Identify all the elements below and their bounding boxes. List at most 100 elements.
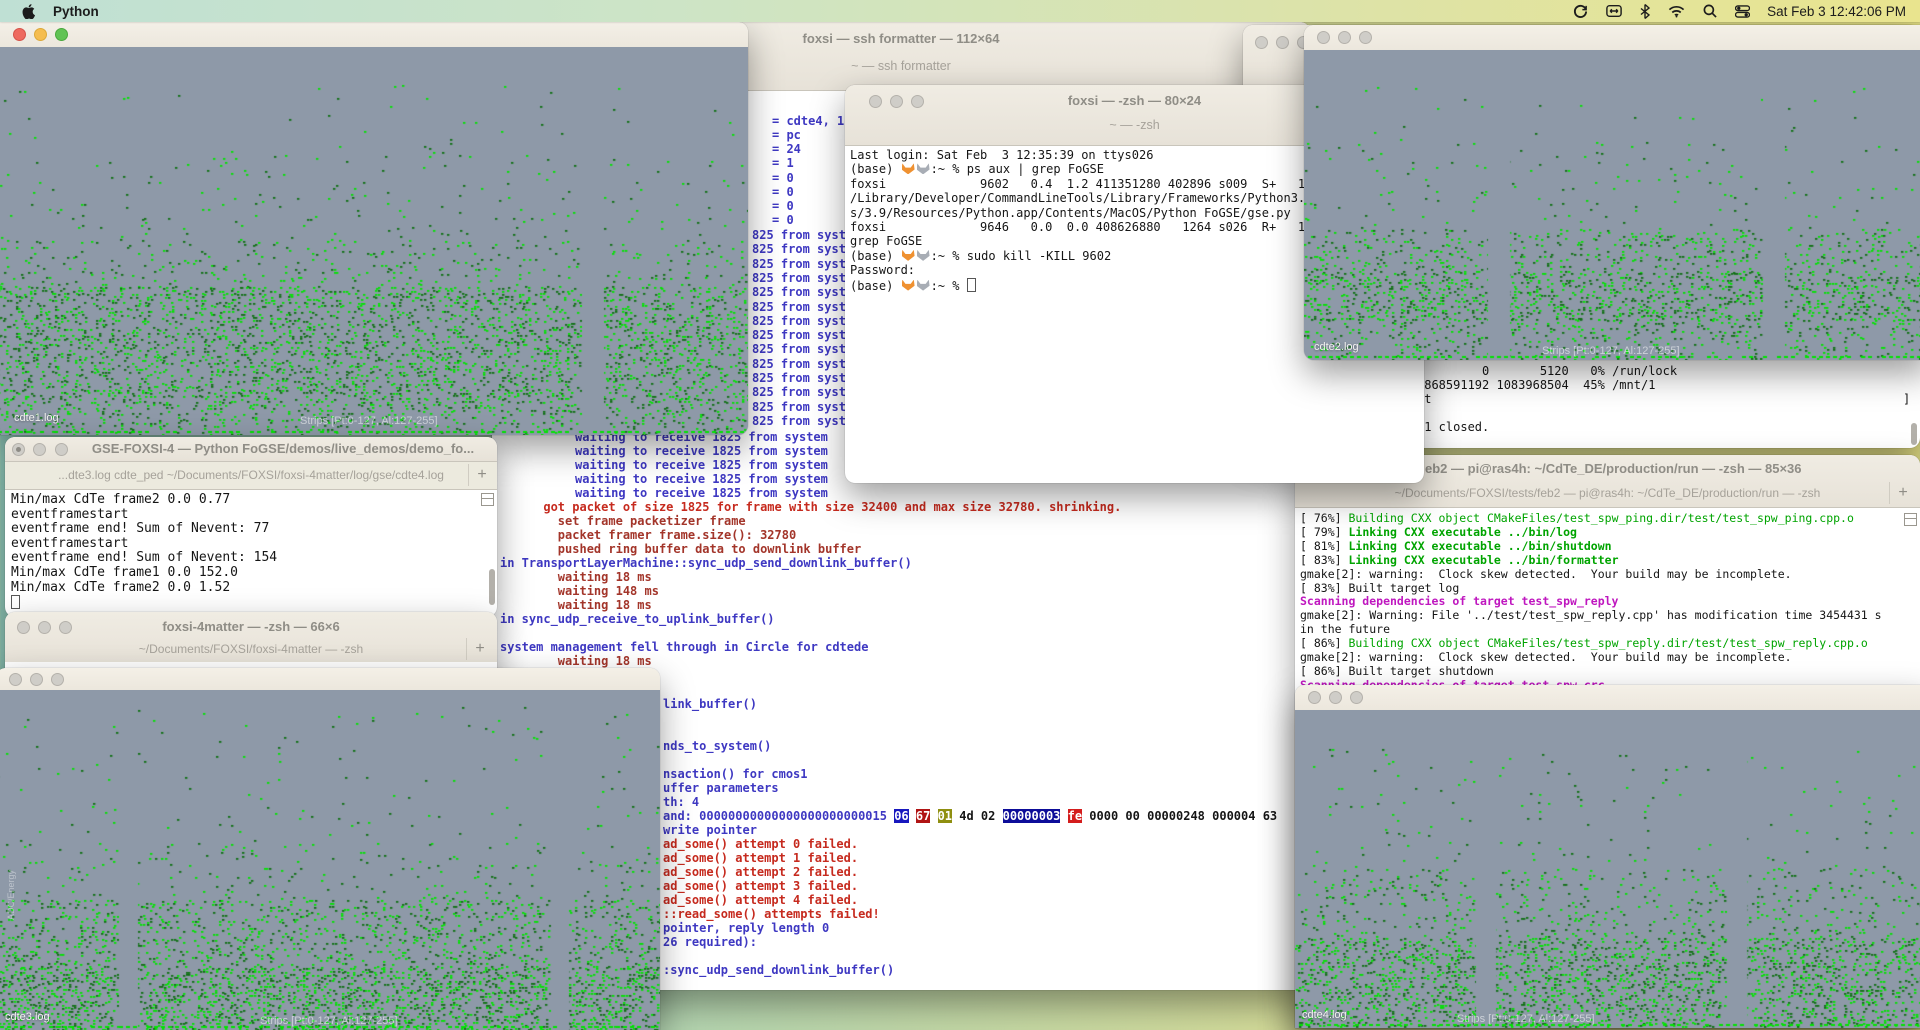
terminal-line: waiting 18 ms (500, 598, 652, 612)
scrollbar-thumb[interactable] (489, 569, 495, 605)
fox-emoji-icon (902, 280, 915, 291)
strips-axis-label: Strips [Pt:0-127, Al:127-255] (1457, 1013, 1595, 1025)
minimize-button[interactable] (34, 28, 47, 41)
terminal-line: [ 76%] Building CXX object CMakeFiles/te… (1300, 512, 1906, 526)
plot-window-cdte1: cdte1.log Strips [Pt:0-127, Al:127-255] (0, 22, 748, 435)
close-button[interactable] (9, 673, 22, 686)
strip-plot-canvas (1295, 710, 1920, 1028)
window-titlebar[interactable]: GSE-FOXSI-4 — Python FoGSE/demos/live_de… (5, 437, 497, 462)
bluetooth-icon[interactable] (1640, 4, 1650, 19)
active-app-name[interactable]: Python (53, 4, 99, 19)
terminal-line: = 0 (772, 199, 794, 213)
control-center-icon[interactable] (1735, 5, 1750, 18)
terminal-line: [ 86%] Building CXX object CMakeFiles/te… (1300, 637, 1906, 651)
terminal-line: [ 81%] Linking CXX executable ../bin/shu… (1300, 540, 1906, 554)
terminal-line: system management fell through in Circle… (500, 640, 868, 654)
terminal-line: 825 from syste (752, 271, 853, 285)
strip-plot[interactable]: cdte2.log Strips [Pt:0-127, Al:127-255] (1304, 50, 1920, 360)
minimize-button[interactable] (33, 443, 46, 456)
search-icon[interactable] (1703, 4, 1717, 18)
zoom-button[interactable] (51, 673, 64, 686)
terminal-line: waiting 148 ms (500, 584, 659, 598)
terminal-line: gmake[2]: warning: Clock skew detected. … (1300, 651, 1906, 665)
window-subtitle: ~/Documents/FOXSI/foxsi-4matter — -zsh (5, 642, 497, 656)
terminal-line: = 1 (772, 156, 794, 170)
terminal-line: 825 from syste (752, 300, 853, 314)
display-menu-icon[interactable] (1606, 4, 1622, 18)
new-tab-button[interactable]: + (466, 638, 493, 660)
strip-plot[interactable]: cdte4.log Strips [Pt:0-127, Al:127-255] (1295, 710, 1920, 1028)
terminal-line: link_buffer() (663, 697, 757, 711)
terminal-line: 825 from syste (752, 242, 853, 256)
split-pane-icon[interactable] (1904, 513, 1917, 526)
tab-label[interactable]: ...dte3.log cdte_ped ~/Documents/FOXSI/f… (5, 468, 497, 482)
terminal-content[interactable]: Min/max CdTe frame2 0.0 0.77eventframest… (11, 493, 485, 617)
log-filename-label: cdte4.log (1302, 1009, 1347, 1021)
window-titlebar[interactable] (0, 668, 660, 691)
terminal-line: eventframestart (11, 508, 485, 523)
close-button[interactable] (13, 28, 26, 41)
terminal-line: waiting 18 ms (500, 654, 652, 668)
window-title: eb2 — pi@ras4h: ~/CdTe_DE/production/run… (1425, 461, 1802, 476)
terminal-line: uffer parameters (663, 781, 779, 795)
terminal-line: pointer, reply length 0 (663, 921, 829, 935)
apple-menu[interactable] (22, 4, 35, 19)
log-filename-label: cdte1.log (14, 412, 59, 424)
fox-emoji-icon (902, 163, 915, 174)
sync-menu-icon[interactable] (1573, 4, 1588, 19)
terminal-line: = pc (772, 128, 801, 142)
fox-emoji-icon (902, 250, 915, 261)
terminal-line: write pointer (663, 823, 757, 837)
terminal-line: = 0 (772, 185, 794, 199)
minimize-button[interactable] (30, 673, 43, 686)
terminal-line: 825 from syste (752, 400, 853, 414)
terminal-line: :sync_udp_send_downlink_buffer() (663, 963, 894, 977)
strip-plot[interactable]: cdte1.log Strips [Pt:0-127, Al:127-255] (0, 47, 748, 435)
split-pane-icon[interactable] (481, 493, 494, 506)
terminal-line: th: 4 (663, 795, 699, 809)
window-titlebar[interactable] (0, 22, 748, 48)
terminal-line: ad_some() attempt 0 failed. (663, 837, 858, 851)
terminal-line: [ 86%] Built target shutdown (1300, 665, 1906, 679)
terminal-line: ] (1903, 392, 1910, 406)
scrollbar-thumb[interactable] (1911, 423, 1917, 445)
tab-bar[interactable]: ...dte3.log cdte_ped ~/Documents/FOXSI/f… (5, 462, 497, 490)
strips-axis-label: Strips [Pt:0-127, Al:127-255] (260, 1015, 398, 1027)
new-tab-button[interactable]: + (1889, 482, 1916, 504)
plot-window-cdte4: cdte4.log Strips [Pt:0-127, Al:127-255] (1295, 685, 1920, 1028)
menu-bar-clock[interactable]: Sat Feb 3 12:42:06 PM (1767, 4, 1906, 19)
strip-plot-canvas (0, 47, 748, 435)
window-gse-foxsi4: GSE-FOXSI-4 — Python FoGSE/demos/live_de… (5, 437, 497, 617)
close-button[interactable] (1317, 31, 1330, 44)
strip-plot[interactable]: ADC/Energy cdte3.log Strips [Pt:0-127, A… (0, 690, 660, 1030)
terminal-line: ad_some() attempt 3 failed. (663, 879, 858, 893)
window-titlebar[interactable] (1295, 685, 1920, 711)
close-button[interactable] (12, 443, 25, 456)
zoom-button[interactable] (55, 28, 68, 41)
wifi-icon[interactable] (1668, 5, 1685, 18)
terminal-line: eventframestart (11, 537, 485, 552)
minimize-button[interactable] (1338, 31, 1351, 44)
window-titlebar[interactable] (1304, 25, 1920, 51)
new-tab-button[interactable]: + (468, 464, 495, 486)
terminal-line: eventframe end! Sum of Nevent: 77 (11, 522, 485, 537)
terminal-line: ad_some() attempt 2 failed. (663, 865, 858, 879)
terminal-cursor (967, 278, 976, 292)
terminal-line: 91 closed. (1417, 420, 1489, 434)
terminal-line: 825 from syste (752, 228, 853, 242)
window-titlebar[interactable]: foxsi-4matter — -zsh — 66×6 ~/Documents/… (5, 612, 497, 663)
terminal-line: gmake[2]: warning: Clock skew detected. … (1300, 568, 1906, 582)
terminal-line: 825 from syste (752, 371, 853, 385)
zoom-button[interactable] (55, 443, 68, 456)
zoom-button[interactable] (1359, 31, 1372, 44)
apple-icon (22, 4, 35, 19)
wolf-emoji-icon (917, 250, 930, 261)
terminal-line: gmake[2]: Warning: File '../test/test_sp… (1300, 609, 1906, 623)
minimize-button[interactable] (1329, 691, 1342, 704)
terminal-cursor (11, 595, 20, 609)
terminal-line: 868591192 1083968504 45% /mnt/1 (1417, 378, 1655, 392)
window-title: GSE-FOXSI-4 — Python FoGSE/demos/live_de… (75, 441, 491, 456)
plot-window-cdte3: ADC/Energy cdte3.log Strips [Pt:0-127, A… (0, 668, 660, 1030)
zoom-button[interactable] (1350, 691, 1363, 704)
close-button[interactable] (1308, 691, 1321, 704)
